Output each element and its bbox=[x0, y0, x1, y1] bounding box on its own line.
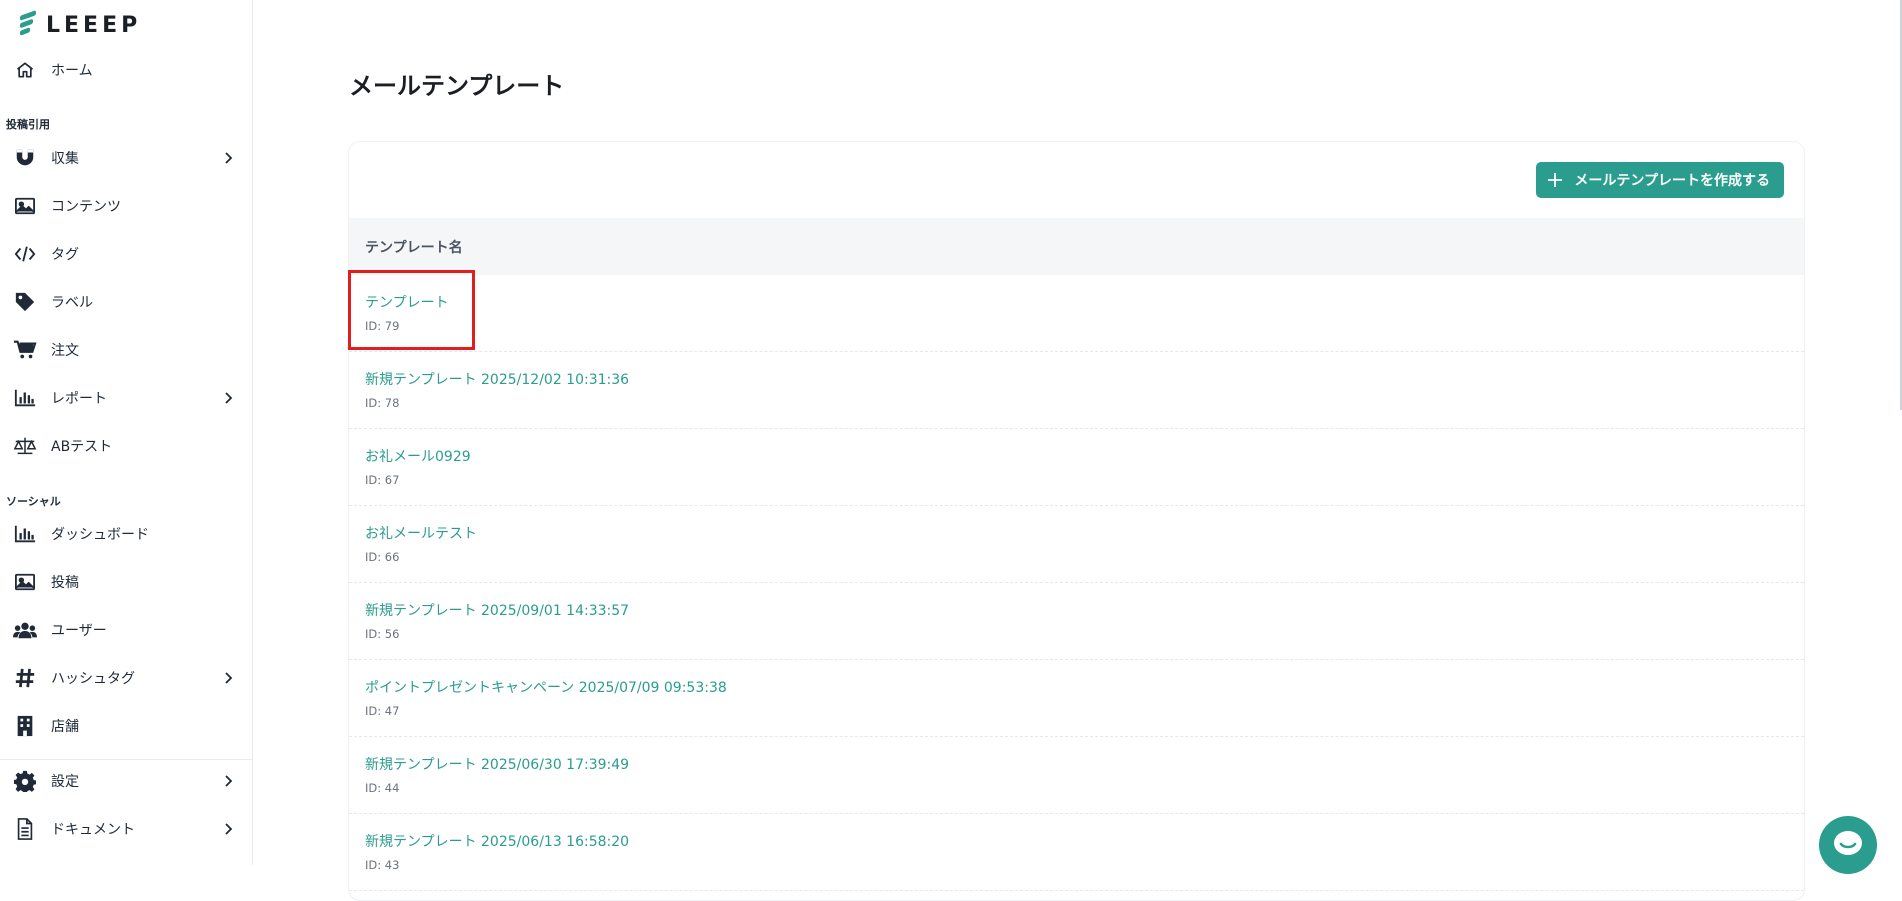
template-id: ID: 67 bbox=[365, 473, 400, 487]
magnet-icon bbox=[12, 145, 38, 171]
brand-name: LEEEP bbox=[46, 12, 142, 38]
table-row: お礼メール0929 ID: 67 bbox=[349, 429, 1804, 506]
sidebar-item-label: ABテスト bbox=[51, 439, 113, 455]
chevron-right-icon bbox=[220, 390, 236, 406]
sidebar: LEEEP ホーム 投稿引用 収集 コンテンツ タグ ラベル 注文 レポート A… bbox=[0, 0, 253, 865]
template-name-link[interactable]: 新規テンプレート 2025/12/02 10:31:36 bbox=[365, 369, 629, 389]
template-name-link[interactable]: ポイントプレゼントキャンペーン 2025/07/09 09:53:38 bbox=[365, 677, 727, 697]
sidebar-item-hashtags[interactable]: ハッシュタグ bbox=[0, 658, 252, 698]
template-id: ID: 78 bbox=[365, 396, 400, 410]
table-row: テンプレート ID: 79 bbox=[349, 275, 1804, 352]
sidebar-divider bbox=[0, 759, 252, 760]
chevron-right-icon bbox=[220, 821, 236, 837]
chat-support-button[interactable] bbox=[1819, 816, 1877, 874]
template-id: ID: 66 bbox=[365, 550, 400, 564]
sidebar-item-label: ホーム bbox=[51, 63, 93, 79]
building-icon bbox=[12, 713, 38, 739]
bar-chart-icon bbox=[12, 385, 38, 411]
bar-chart-icon bbox=[12, 521, 38, 547]
sidebar-item-home[interactable]: ホーム bbox=[0, 50, 252, 90]
tag-icon bbox=[12, 289, 38, 315]
scale-icon bbox=[12, 433, 38, 459]
sidebar-item-dashboard[interactable]: ダッシュボード bbox=[0, 514, 252, 554]
plus-icon bbox=[1548, 172, 1564, 188]
create-template-button[interactable]: メールテンプレートを作成する bbox=[1536, 162, 1784, 198]
sidebar-item-posts[interactable]: 投稿 bbox=[0, 562, 252, 602]
sidebar-item-collect[interactable]: 収集 bbox=[0, 138, 252, 178]
templates-card: メールテンプレートを作成する テンプレート名 テンプレート ID: 79 新規テ… bbox=[348, 141, 1805, 901]
chevron-right-icon bbox=[220, 670, 236, 686]
sidebar-item-label: ダッシュボード bbox=[51, 527, 149, 543]
brand-logo[interactable]: LEEEP bbox=[20, 10, 141, 40]
sidebar-item-abtest[interactable]: ABテスト bbox=[0, 426, 252, 466]
column-header-template-name: テンプレート名 bbox=[365, 239, 463, 256]
sidebar-item-label: 注文 bbox=[51, 343, 79, 359]
template-name-link[interactable]: テンプレート bbox=[365, 292, 449, 312]
table-row: 新規テンプレート 2025/12/02 10:31:36 ID: 78 bbox=[349, 352, 1804, 429]
sidebar-item-documents[interactable]: ドキュメント bbox=[0, 809, 252, 849]
sidebar-item-settings[interactable]: 設定 bbox=[0, 761, 252, 801]
table-row: 新規テンプレート 2025/09/01 14:33:57 ID: 56 bbox=[349, 583, 1804, 660]
document-icon bbox=[12, 816, 38, 842]
sidebar-item-label: レポート bbox=[51, 391, 107, 407]
chat-icon bbox=[1831, 828, 1865, 862]
table-row: 新規テンプレート 2025/06/30 17:39:49 ID: 44 bbox=[349, 737, 1804, 814]
template-id: ID: 43 bbox=[365, 858, 400, 872]
template-id: ID: 44 bbox=[365, 781, 400, 795]
chevron-right-icon bbox=[220, 150, 236, 166]
template-id: ID: 47 bbox=[365, 704, 400, 718]
cart-icon bbox=[12, 337, 38, 363]
logo-mark-icon bbox=[20, 10, 42, 39]
sidebar-item-label: 店舗 bbox=[51, 719, 79, 735]
code-icon bbox=[12, 241, 38, 267]
template-name-link[interactable]: お礼メール0929 bbox=[365, 446, 471, 466]
sidebar-item-label: ハッシュタグ bbox=[51, 671, 135, 687]
page-title: メールテンプレート bbox=[349, 72, 565, 100]
table-row: お礼メールテスト ID: 66 bbox=[349, 506, 1804, 583]
section-label-posts: 投稿引用 bbox=[6, 118, 50, 131]
template-id: ID: 56 bbox=[365, 627, 400, 641]
gear-icon bbox=[12, 768, 38, 794]
template-name-link[interactable]: 新規テンプレート 2025/09/01 14:33:57 bbox=[365, 600, 629, 620]
template-id: ID: 79 bbox=[365, 319, 400, 333]
sidebar-item-orders[interactable]: 注文 bbox=[0, 330, 252, 370]
sidebar-item-label: 設定 bbox=[51, 774, 79, 790]
image-icon bbox=[12, 193, 38, 219]
sidebar-item-stores[interactable]: 店舗 bbox=[0, 706, 252, 746]
image-icon bbox=[12, 569, 38, 595]
users-icon bbox=[12, 617, 38, 643]
table-header: テンプレート名 bbox=[349, 218, 1804, 275]
table-row: ポイントプレゼントキャンペーン 2025/07/09 09:53:38 ID: … bbox=[349, 660, 1804, 737]
table-row: 新規テンプレート 2025/06/13 16:58:20 ID: 43 bbox=[349, 814, 1804, 891]
sidebar-item-label: ユーザー bbox=[51, 623, 107, 639]
chevron-right-icon bbox=[220, 773, 236, 789]
sidebar-item-tags[interactable]: タグ bbox=[0, 234, 252, 274]
sidebar-item-label: ラベル bbox=[51, 295, 93, 311]
sidebar-item-label: 収集 bbox=[51, 151, 79, 167]
sidebar-item-users[interactable]: ユーザー bbox=[0, 610, 252, 650]
section-label-social: ソーシャル bbox=[6, 495, 61, 508]
template-name-link[interactable]: お礼メールテスト bbox=[365, 523, 477, 543]
sidebar-item-label: 投稿 bbox=[51, 575, 79, 591]
sidebar-item-labels[interactable]: ラベル bbox=[0, 282, 252, 322]
sidebar-item-contents[interactable]: コンテンツ bbox=[0, 186, 252, 226]
sidebar-item-reports[interactable]: レポート bbox=[0, 378, 252, 418]
template-name-link[interactable]: 新規テンプレート 2025/06/13 16:58:20 bbox=[365, 831, 629, 851]
template-name-link[interactable]: 新規テンプレート 2025/06/30 17:39:49 bbox=[365, 754, 629, 774]
home-icon bbox=[12, 57, 38, 83]
sidebar-item-label: ドキュメント bbox=[51, 822, 135, 838]
hashtag-icon bbox=[12, 665, 38, 691]
sidebar-item-label: コンテンツ bbox=[51, 199, 121, 215]
sidebar-item-label: タグ bbox=[51, 247, 79, 263]
create-template-label: メールテンプレートを作成する bbox=[1574, 173, 1770, 189]
